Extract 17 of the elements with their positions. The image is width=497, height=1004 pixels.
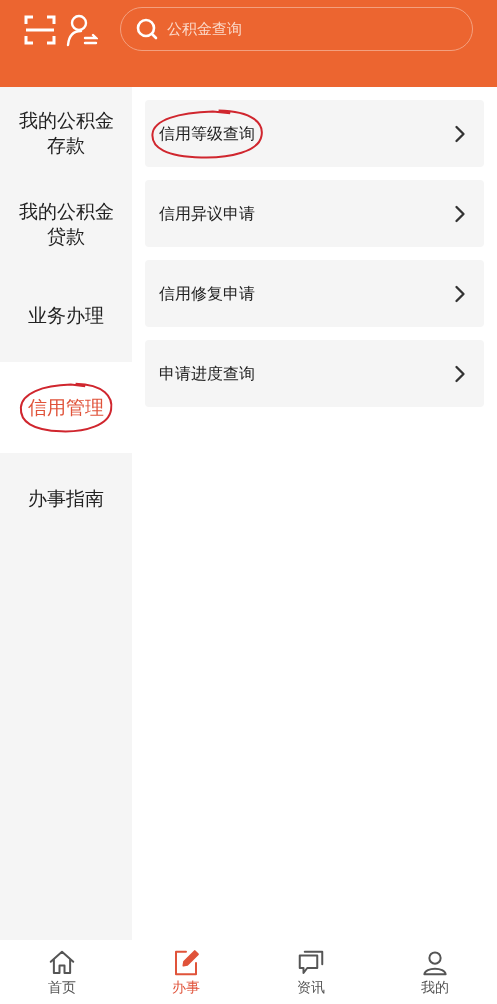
- sidebar-item[interactable]: 我的公积金存款: [0, 87, 132, 179]
- sidebar-item[interactable]: 业务办理: [0, 270, 132, 362]
- menu-item[interactable]: 信用等级查询: [145, 100, 484, 167]
- sidebar-item[interactable]: 办事指南: [0, 453, 132, 545]
- search-input: 公积金查询: [167, 17, 458, 41]
- tab-bar-item[interactable]: 资讯: [248, 940, 373, 1004]
- scan-icon[interactable]: [24, 14, 56, 46]
- tab-bar-item[interactable]: 我的: [372, 940, 497, 1004]
- sidebar-item[interactable]: 我的公积金贷款: [0, 178, 132, 270]
- search-icon: [135, 17, 159, 41]
- menu-item[interactable]: 信用异议申请: [145, 180, 484, 247]
- menu-item[interactable]: 申请进度查询: [145, 340, 484, 407]
- tab-bar-item[interactable]: 首页: [0, 940, 125, 1004]
- sidebar-item[interactable]: 信用管理: [0, 361, 132, 453]
- menu-item[interactable]: 信用修复申请: [145, 260, 484, 327]
- tab-bar-item[interactable]: 办事: [124, 940, 249, 1004]
- user-switch-icon[interactable]: [66, 13, 98, 47]
